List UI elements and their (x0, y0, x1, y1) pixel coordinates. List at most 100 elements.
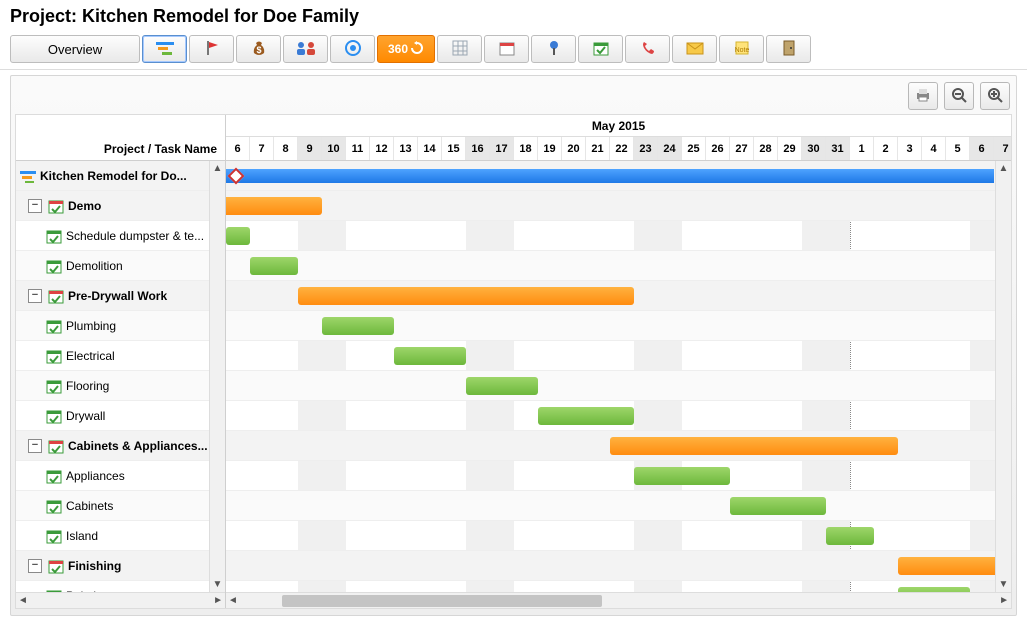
calendar-button[interactable] (484, 35, 529, 63)
task-name-label: Pre-Drywall Work (68, 289, 167, 303)
page-title: Project: Kitchen Remodel for Doe Family (0, 0, 1027, 33)
collapse-toggle[interactable]: − (28, 439, 42, 453)
flag-button[interactable] (189, 35, 234, 63)
mail-button[interactable] (672, 35, 717, 63)
task-row[interactable]: Flooring (16, 371, 225, 401)
grid-button[interactable] (437, 35, 482, 63)
team-button[interactable] (283, 35, 328, 63)
task-list-vscroll[interactable]: ▲ ▼ (209, 161, 225, 592)
hscroll-thumb[interactable] (282, 595, 602, 607)
day-cell: 9 (298, 137, 322, 161)
scroll-left-icon[interactable]: ◄ (18, 595, 28, 606)
mail-icon (686, 41, 704, 58)
overview-button[interactable]: Overview (10, 35, 140, 63)
group-icon (48, 288, 64, 304)
task-bar[interactable] (226, 227, 250, 245)
chart-vscroll[interactable]: ▲ ▼ (995, 161, 1011, 592)
chart-row (226, 401, 1011, 431)
task-bar[interactable] (634, 467, 730, 485)
chart-row (226, 161, 1011, 191)
days-row: 6789101112131415161718192021222324252627… (226, 137, 1011, 161)
group-bar[interactable] (298, 287, 634, 305)
zoom-out-button[interactable] (944, 82, 974, 110)
scroll-right-icon[interactable]: ► (213, 595, 223, 606)
day-cell: 12 (370, 137, 394, 161)
pin-button[interactable] (531, 35, 576, 63)
grid-icon (452, 40, 468, 59)
task-bar[interactable] (466, 377, 538, 395)
group-bar[interactable] (610, 437, 898, 455)
day-cell: 8 (274, 137, 298, 161)
task-row[interactable]: Island (16, 521, 225, 551)
task-row[interactable]: Kitchen Remodel for Do... (16, 161, 225, 191)
task-icon (46, 378, 62, 394)
task-bar[interactable] (322, 317, 394, 335)
task-row[interactable]: Cabinets (16, 491, 225, 521)
chart-row (226, 311, 1011, 341)
task-row[interactable]: Plumbing (16, 311, 225, 341)
task-row[interactable]: Schedule dumpster & te... (16, 221, 225, 251)
day-cell: 3 (898, 137, 922, 161)
people-icon (296, 41, 316, 58)
group-icon (48, 438, 64, 454)
print-button[interactable] (908, 82, 938, 110)
pin-icon (547, 40, 561, 59)
call-button[interactable] (625, 35, 670, 63)
scroll-left-icon[interactable]: ◄ (228, 595, 238, 606)
day-cell: 7 (994, 137, 1011, 161)
group-bar[interactable] (226, 197, 322, 215)
scroll-down-icon[interactable]: ▼ (999, 579, 1009, 590)
calendar-icon (499, 40, 515, 59)
gantt-tab-button[interactable] (142, 35, 187, 63)
task-bar[interactable] (826, 527, 874, 545)
task-bar[interactable] (730, 497, 826, 515)
task-icon (46, 318, 62, 334)
chart-row (226, 431, 1011, 461)
task-row[interactable]: Electrical (16, 341, 225, 371)
task-bar[interactable] (250, 257, 298, 275)
scroll-right-icon[interactable]: ► (999, 595, 1009, 606)
scroll-up-icon[interactable]: ▲ (213, 163, 223, 174)
schedule-button[interactable] (578, 35, 623, 63)
group-icon (48, 198, 64, 214)
task-row[interactable]: Painting (16, 581, 225, 592)
task-row[interactable]: −Cabinets & Appliances... (16, 431, 225, 461)
day-cell: 16 (466, 137, 490, 161)
task-list-hscroll[interactable]: ◄ ► (16, 592, 225, 608)
print-icon (915, 88, 931, 105)
task-bar[interactable] (394, 347, 466, 365)
target-button[interactable] (330, 35, 375, 63)
collapse-toggle[interactable]: − (28, 199, 42, 213)
exit-button[interactable] (766, 35, 811, 63)
budget-button[interactable]: $ (236, 35, 281, 63)
hscroll-track[interactable] (252, 595, 985, 607)
360-button[interactable]: 360 (377, 35, 435, 63)
gantt-chart: Project / Task Name Kitchen Remodel for … (15, 114, 1012, 609)
task-row[interactable]: −Finishing (16, 551, 225, 581)
day-cell: 25 (682, 137, 706, 161)
chart-area[interactable] (226, 161, 1011, 592)
task-name-label: Demo (68, 199, 101, 213)
task-row[interactable]: Demolition (16, 251, 225, 281)
scroll-up-icon[interactable]: ▲ (999, 163, 1009, 174)
task-bar[interactable] (538, 407, 634, 425)
chart-row (226, 461, 1011, 491)
refresh-icon (410, 41, 424, 58)
chart-row (226, 191, 1011, 221)
task-name-label: Drywall (66, 409, 105, 423)
task-row[interactable]: − Demo (16, 191, 225, 221)
note-icon: Note (734, 40, 750, 59)
day-cell: 29 (778, 137, 802, 161)
project-bar[interactable] (226, 169, 994, 183)
zoom-in-button[interactable] (980, 82, 1010, 110)
scroll-down-icon[interactable]: ▼ (213, 579, 223, 590)
task-row[interactable]: − Pre-Drywall Work (16, 281, 225, 311)
group-icon (48, 558, 64, 574)
task-row[interactable]: Appliances (16, 461, 225, 491)
task-row[interactable]: Drywall (16, 401, 225, 431)
collapse-toggle[interactable]: − (28, 289, 42, 303)
notes-button[interactable]: Note (719, 35, 764, 63)
chart-hscroll[interactable]: ◄ ► (226, 592, 1011, 608)
collapse-toggle[interactable]: − (28, 559, 42, 573)
phone-icon (641, 41, 655, 58)
